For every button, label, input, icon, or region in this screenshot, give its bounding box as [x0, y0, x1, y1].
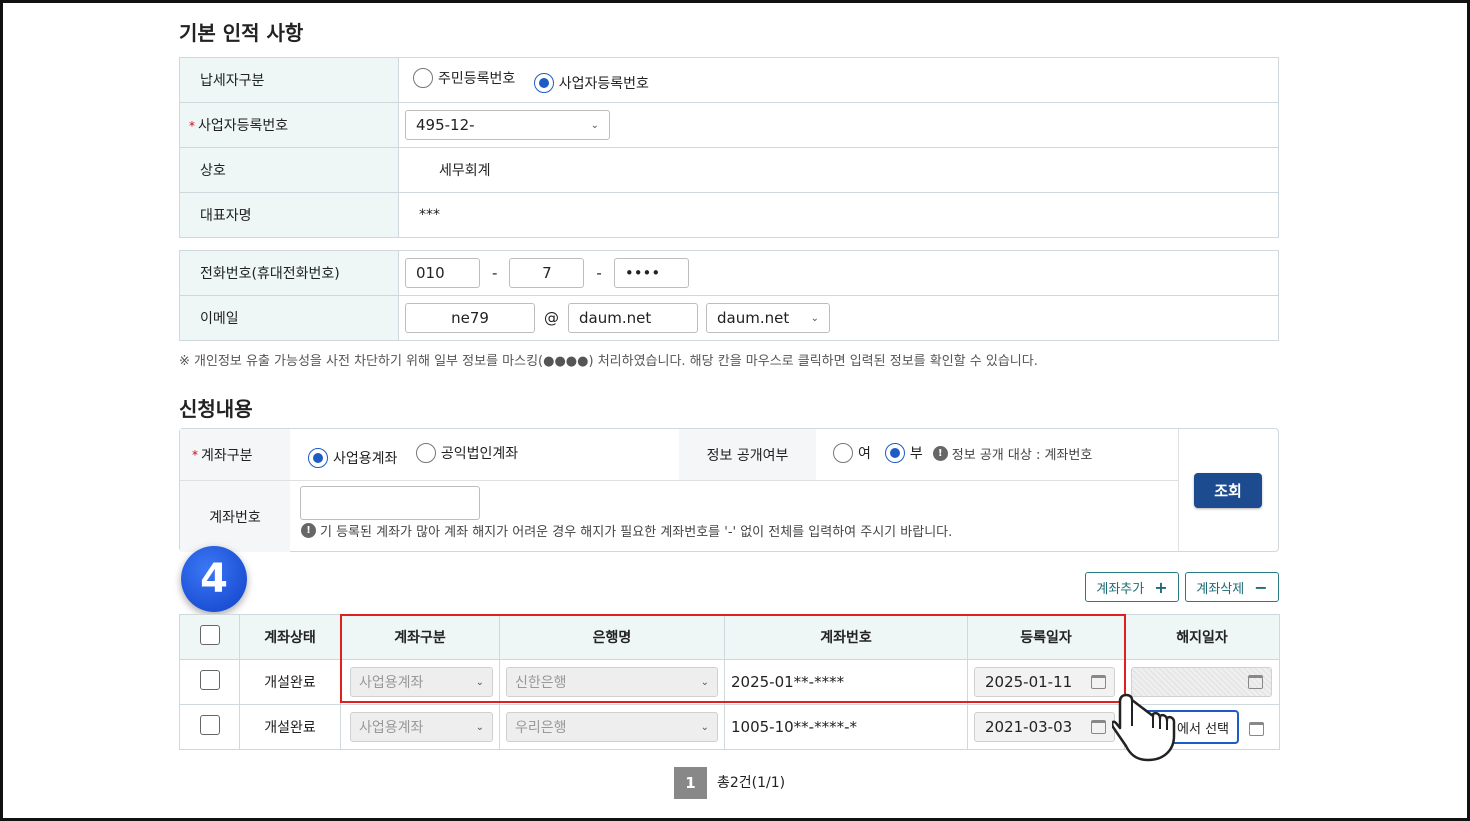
section-title-basic: 기본 인적 사항	[179, 21, 304, 45]
row-checkbox[interactable]	[199, 715, 220, 735]
header-account: 계좌번호	[724, 614, 968, 660]
contact-table: 전화번호(휴대전화번호) 010-7- •••• 이메일 ne79 @ daum.ne…	[179, 250, 1279, 341]
representative-value: ***	[398, 192, 1279, 238]
add-account-button[interactable]: 계좌추가 +	[1085, 572, 1179, 602]
radio-business-no[interactable]: 사업자등록번호	[533, 72, 649, 93]
calendar-icon[interactable]	[1249, 721, 1265, 736]
email-label: 이메일	[179, 295, 399, 341]
step-badge: 4	[181, 546, 247, 612]
header-type: 계좌구분	[340, 614, 500, 660]
taxpayer-type-label: 납세자구분	[179, 57, 399, 103]
representative-label: 대표자명	[179, 192, 399, 238]
search-button[interactable]: 조회	[1194, 473, 1262, 508]
row-type-select: 사업용계좌 ⌄	[350, 667, 493, 697]
business-no-select[interactable]: 495-12- ⌄	[405, 110, 610, 140]
business-no-label: * 사업자등록번호	[179, 102, 399, 148]
company-label: 상호	[179, 147, 399, 193]
row-status: 개설완료	[239, 659, 341, 705]
row-reg-date: 2025-01-11	[974, 667, 1115, 697]
chevron-down-icon: ⌄	[590, 119, 599, 131]
apply-box: * 계좌구분 사업용계좌 공익법인계좌 정보 공개여부 여 부 ! 정보 공개 대상…	[179, 428, 1279, 552]
radio-business-account[interactable]: 사업용계좌	[308, 448, 397, 468]
chevron-down-icon: ⌄	[475, 721, 484, 733]
row-reg-date: 2021-03-03	[974, 712, 1115, 742]
calendar-icon	[1091, 720, 1106, 734]
company-value: 세무회계	[398, 147, 1279, 193]
account-no-input[interactable]	[300, 486, 480, 520]
chevron-down-icon: ⌄	[475, 676, 484, 688]
row-bank-select: 신한은행 ⌄	[506, 667, 718, 697]
section-title-apply: 신청내용	[179, 397, 253, 421]
chevron-down-icon: ⌄	[810, 312, 819, 324]
row-bank-select: 우리은행 ⌄	[506, 712, 718, 742]
phone-label: 전화번호(휴대전화번호)	[179, 250, 399, 296]
radio-disclose-no[interactable]: 부	[884, 443, 923, 463]
header-bank: 은행명	[499, 614, 725, 660]
hand-pointer-icon	[1112, 693, 1176, 762]
chevron-down-icon: ⌄	[700, 676, 709, 688]
disclosure-options: 여 부 ! 정보 공개 대상 : 계좌번호	[833, 443, 1092, 463]
account-no-hint: ! 기 등록된 계좌가 많아 계좌 해지가 어려운 경우 해지가 필요한 계좌번호…	[301, 521, 952, 540]
divider	[180, 480, 1178, 481]
header-status: 계좌상태	[239, 614, 341, 660]
row-account: 1005-10**-****-*	[724, 704, 968, 750]
disclosure-label: 정보 공개여부	[679, 429, 816, 480]
minus-icon: −	[1254, 577, 1268, 597]
email-domain-input[interactable]: daum.net	[568, 303, 698, 333]
select-all-checkbox[interactable]	[199, 625, 220, 645]
row-type-select: 사업용계좌 ⌄	[350, 712, 493, 742]
radio-resident-no[interactable]: 주민등록번호	[413, 67, 515, 88]
row-account: 2025-01**-****	[724, 659, 968, 705]
divider-vertical	[1178, 429, 1179, 551]
disclosure-info: 정보 공개 대상 : 계좌번호	[951, 447, 1093, 463]
account-no-label: 계좌번호	[180, 481, 290, 552]
row-status: 개설완료	[239, 704, 341, 750]
pagination-page-1[interactable]: 1	[674, 767, 707, 799]
phone-part3-input[interactable]: ••••	[613, 258, 689, 288]
grid-header: 계좌상태 계좌구분 은행명 계좌번호 등록일자 해지일자	[179, 614, 1280, 660]
info-icon: !	[301, 523, 316, 538]
header-term-date: 해지일자	[1124, 614, 1280, 660]
header-reg-date: 등록일자	[967, 614, 1125, 660]
chevron-down-icon: ⌄	[700, 721, 709, 733]
radio-disclose-yes[interactable]: 여	[833, 443, 871, 463]
info-icon: !	[932, 445, 948, 461]
basic-info-table: 납세자구분 주민등록번호 사업자등록번호 * 사업자등록번호 495-12- ⌄ 상…	[179, 57, 1279, 238]
phone-part1-input[interactable]: 010	[405, 258, 480, 288]
row-checkbox[interactable]	[199, 670, 220, 690]
email-domain-select[interactable]: daum.net ⌄	[706, 303, 830, 333]
plus-icon: +	[1154, 577, 1168, 597]
pagination-total: 총2건(1/1)	[717, 775, 786, 791]
delete-account-button[interactable]: 계좌삭제 −	[1185, 572, 1279, 602]
calendar-icon[interactable]	[1248, 675, 1263, 689]
phone-part2-input[interactable]: 7	[509, 258, 585, 288]
radio-public-account[interactable]: 공익법인계좌	[415, 443, 518, 463]
email-id-input[interactable]: ne79	[405, 303, 535, 333]
account-type-options: 사업용계좌 공익법인계좌	[308, 443, 532, 468]
calendar-icon	[1091, 675, 1106, 689]
masking-notice: ※ 개인정보 유출 가능성을 사전 차단하기 위해 일부 정보를 마스킹(●●●…	[179, 354, 1038, 369]
account-type-label: * 계좌구분	[180, 429, 290, 480]
